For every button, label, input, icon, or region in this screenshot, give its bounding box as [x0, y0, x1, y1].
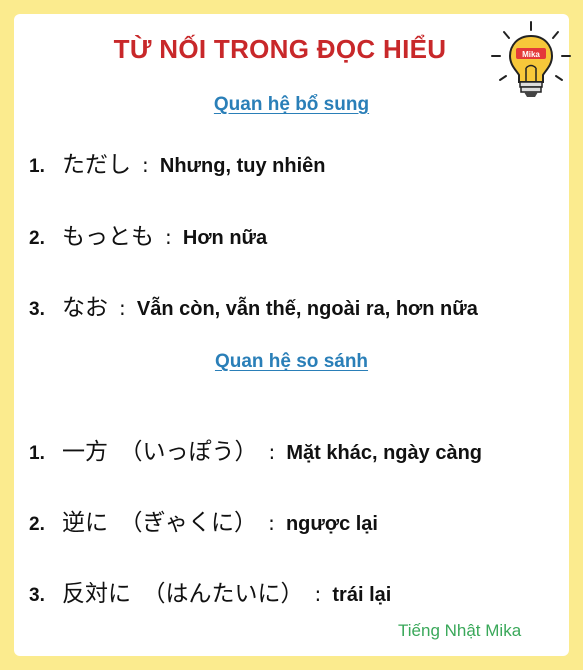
- logo-text: Mika: [522, 50, 540, 59]
- list-item: 2. 逆に （ぎゃくに） : ngược lại: [29, 510, 378, 536]
- page-title: TỪ NỐI TRONG ĐỌC HIỂU: [113, 34, 447, 64]
- section-heading-comparison: Quan hệ so sánh: [214, 351, 369, 372]
- footer-brand: Tiếng Nhật Mika: [398, 621, 522, 640]
- list-item: 1. 一方 （いっぽう） : Mặt khác, ngày càng: [29, 439, 483, 465]
- list-item: 2. もっとも : Hơn nữa: [29, 224, 268, 250]
- section-heading-additional: Quan hệ bổ sung: [213, 94, 370, 115]
- list-item: 3. なお : Vẫn còn, vẫn thế, ngoài ra, hơn …: [29, 295, 478, 321]
- list-item: 1. ただし : Nhưng, tuy nhiên: [29, 152, 326, 178]
- list-item: 3. 反対に （はんたいに） : trái lại: [29, 581, 392, 607]
